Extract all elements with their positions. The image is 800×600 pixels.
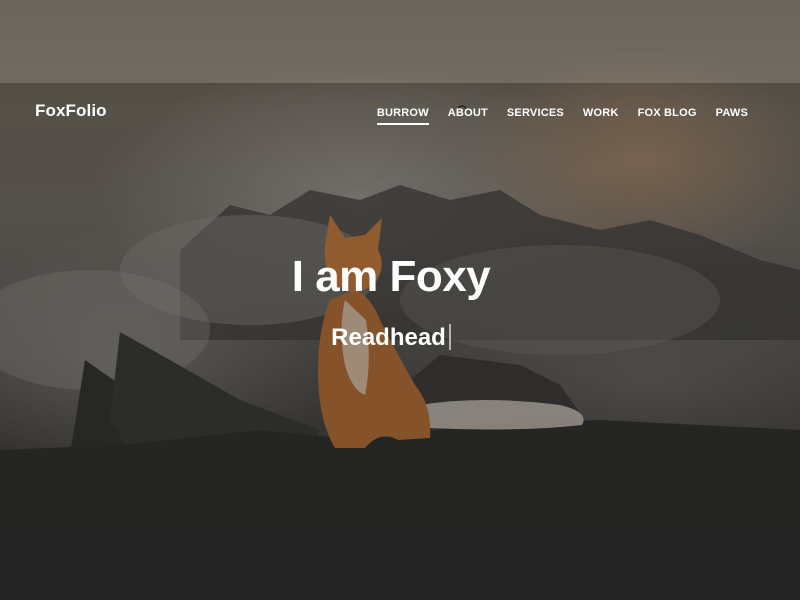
site-logo[interactable]: FoxFolio [35, 101, 107, 121]
nav-link-work[interactable]: WORK [583, 107, 619, 125]
nav-item-burrow: BURROW [376, 103, 429, 125]
nav-link-about[interactable]: ABOUT [448, 107, 488, 125]
nav-item-work: WORK [583, 103, 619, 125]
bottom-band [0, 530, 800, 600]
hero-subtitle-line: Readhead [0, 324, 782, 352]
nav-link-burrow[interactable]: BURROW [376, 107, 429, 125]
nav-link-services[interactable]: SERVICES [507, 107, 564, 125]
hero-overlay [0, 83, 800, 530]
top-band [0, 0, 800, 83]
nav-item-about: ABOUT [448, 103, 488, 125]
hero-subtitle: Readhead [331, 324, 446, 351]
main-nav: BURROW ABOUT SERVICES WORK FOX BLOG PAWS [376, 103, 748, 125]
hero-title: I am Foxy [291, 252, 491, 301]
site-header: FoxFolio BURROW ABOUT SERVICES WORK FOX … [0, 83, 800, 139]
nav-link-paws[interactable]: PAWS [716, 107, 748, 125]
nav-item-fox-blog: FOX BLOG [638, 103, 697, 125]
nav-item-paws: PAWS [716, 103, 748, 125]
typing-cursor [448, 324, 451, 350]
nav-link-fox-blog[interactable]: FOX BLOG [638, 107, 697, 125]
nav-item-services: SERVICES [507, 103, 564, 125]
